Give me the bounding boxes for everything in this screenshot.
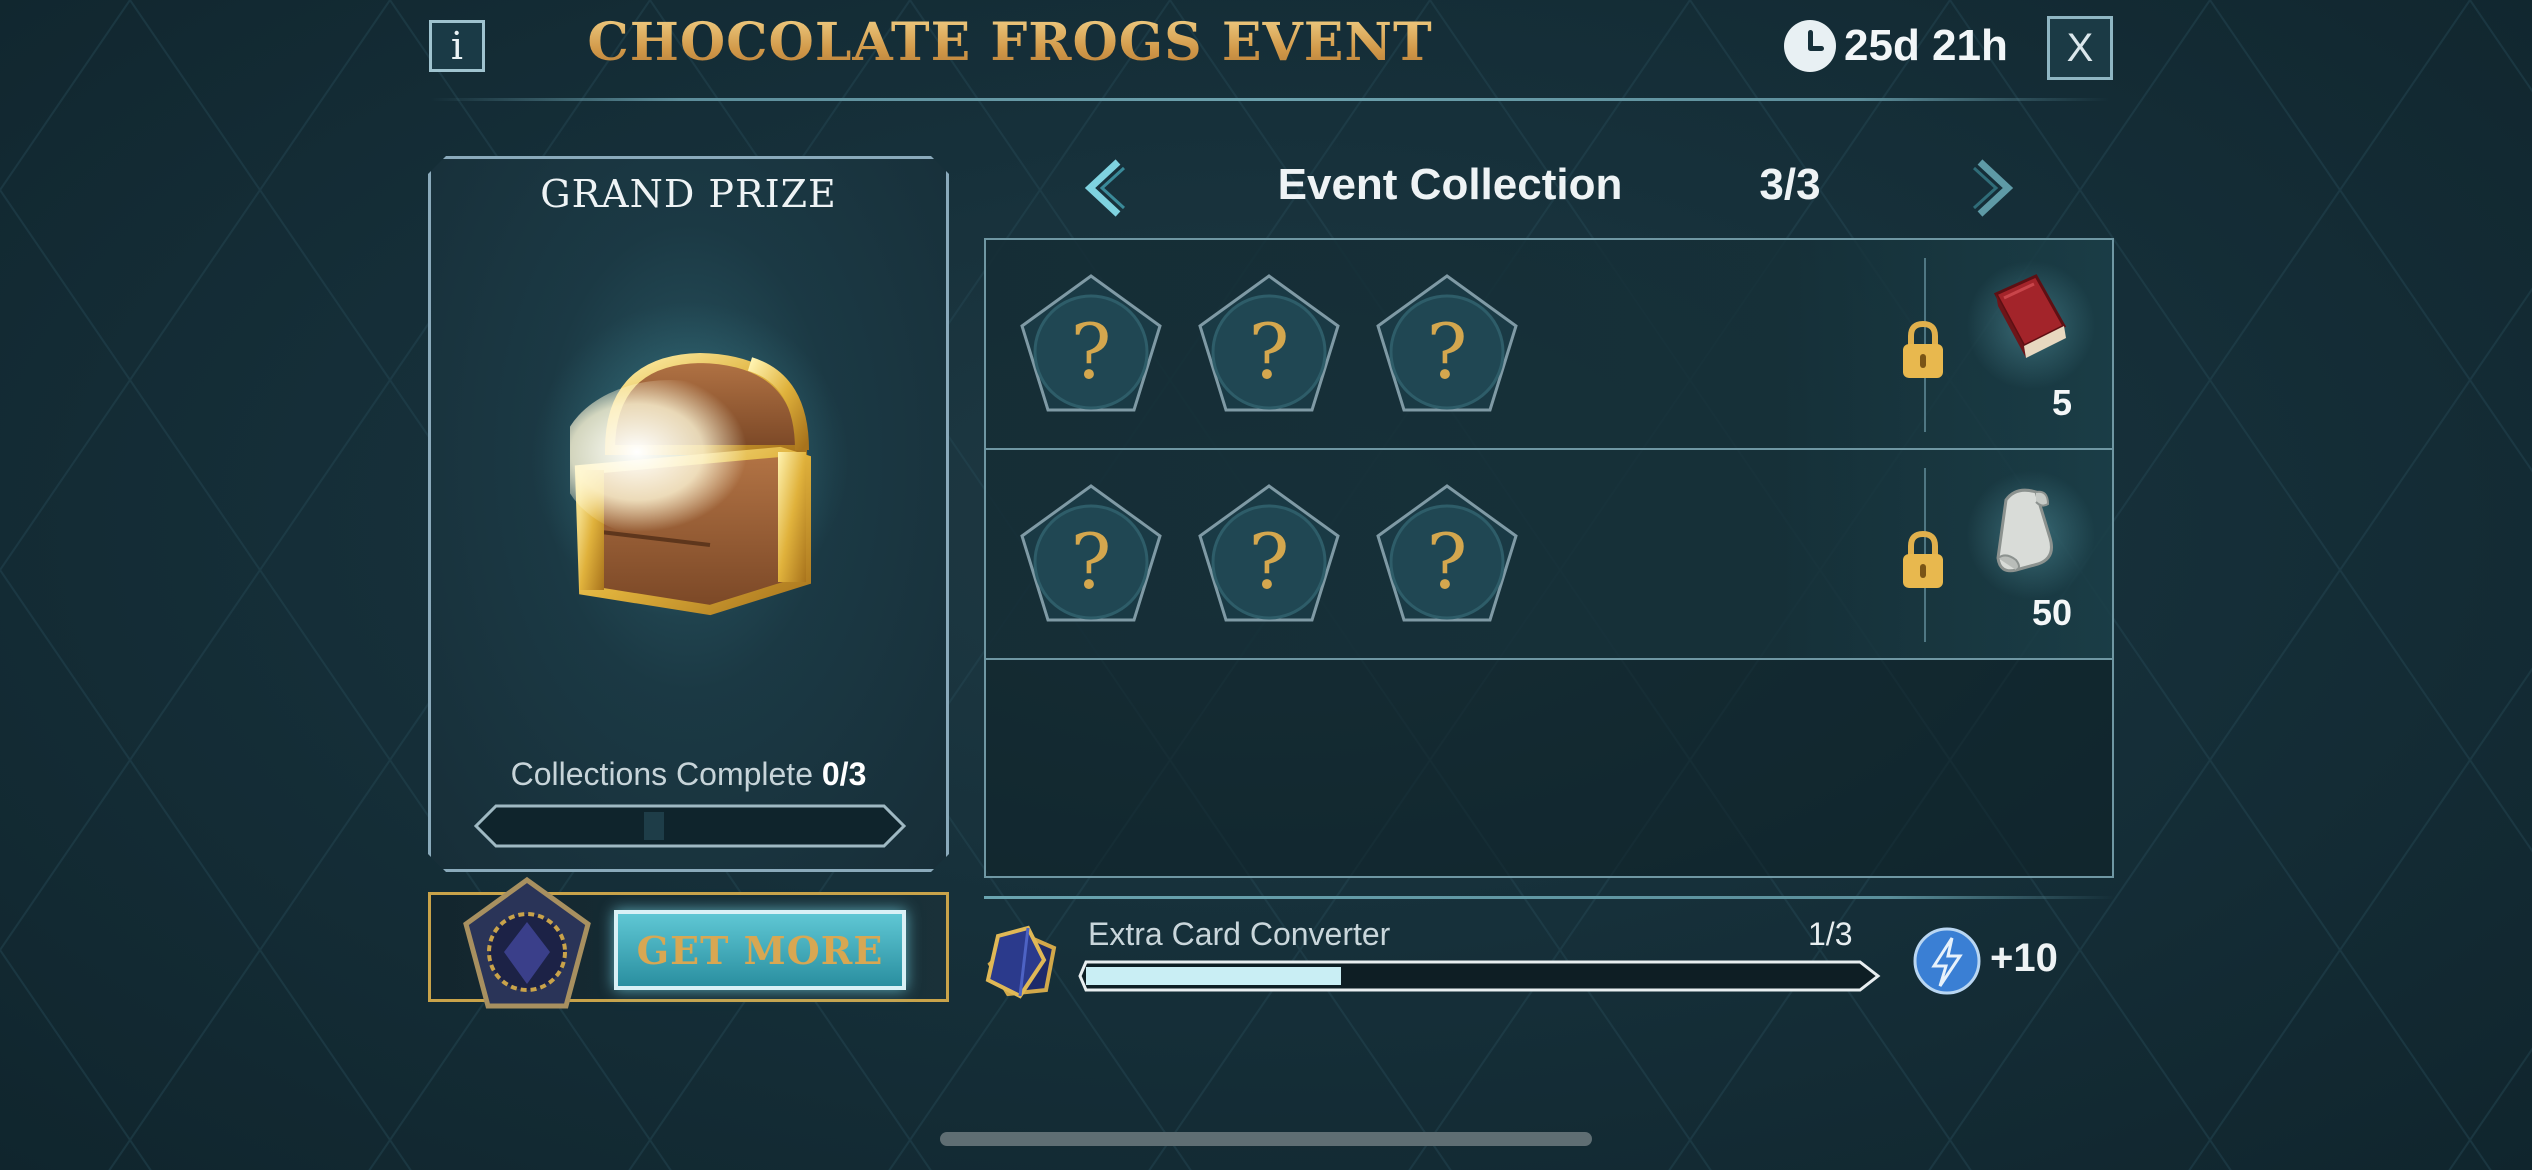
- converter-divider: [984, 896, 2114, 899]
- unknown-card-slot[interactable]: ?: [1016, 270, 1166, 420]
- collections-complete-value: 0/3: [821, 756, 867, 792]
- question-mark: ?: [1249, 307, 1290, 396]
- reward-count: 5: [2051, 382, 2072, 423]
- treasure-chest-icon[interactable]: [570, 340, 830, 620]
- converter-progress-bar: [1078, 960, 1881, 992]
- collections-complete-label: Collections Complete: [510, 756, 813, 792]
- question-mark: ?: [1427, 517, 1468, 606]
- lightning-bolt-icon: [1913, 927, 1981, 995]
- chocolate-frog-card-icon: [463, 876, 591, 1009]
- unknown-card-slot[interactable]: ?: [1194, 270, 1344, 420]
- collection-row[interactable]: ? ? ? 50: [986, 450, 2112, 660]
- converter-bonus: +10: [1990, 936, 2058, 980]
- reward-count: 50: [2031, 592, 2072, 633]
- chevron-right-icon[interactable]: [1968, 158, 2018, 218]
- lock-icon: [1903, 320, 1943, 378]
- timer-text: 25d 21h: [1844, 21, 2008, 70]
- event-collection-title: Event Collection: [1277, 160, 1623, 209]
- card-converter-icon: [985, 925, 1057, 999]
- grand-prize-title: GRAND PRIZE: [540, 172, 837, 216]
- clock-icon: [1784, 20, 1836, 72]
- unknown-card-slot[interactable]: ?: [1016, 480, 1166, 630]
- collections-complete: Collections Complete 0/3: [428, 756, 949, 793]
- question-mark: ?: [1071, 517, 1112, 606]
- question-mark: ?: [1249, 517, 1290, 606]
- question-mark: ?: [1427, 307, 1468, 396]
- converter-count: 1/3: [1808, 916, 1853, 952]
- collection-page-count: 3/3: [1759, 160, 1821, 209]
- home-indicator[interactable]: [940, 1132, 1592, 1146]
- unknown-card-slot[interactable]: ?: [1372, 270, 1522, 420]
- converter-label: Extra Card Converter: [1088, 916, 1391, 952]
- header-divider: [430, 98, 2110, 101]
- collection-row[interactable]: ? ? ? 5: [986, 240, 2112, 450]
- event-timer: 25d 21h: [1784, 16, 2008, 76]
- collection-table: ? ? ? 5 ? ? ? 50: [984, 238, 2114, 878]
- page-title: CHOCOLATE FROGS EVENT: [390, 12, 1630, 73]
- unknown-card-slot[interactable]: ?: [1372, 480, 1522, 630]
- chevron-left-icon[interactable]: [1080, 158, 1130, 218]
- unknown-card-slot[interactable]: ?: [1194, 480, 1344, 630]
- close-button[interactable]: X: [2047, 16, 2113, 80]
- collections-progress-bar: [474, 804, 906, 848]
- get-more-button[interactable]: GET MORE: [614, 910, 906, 990]
- book-icon[interactable]: [1976, 270, 2076, 370]
- lock-icon: [1903, 530, 1943, 588]
- question-mark: ?: [1071, 307, 1112, 396]
- scroll-icon[interactable]: [1976, 480, 2076, 580]
